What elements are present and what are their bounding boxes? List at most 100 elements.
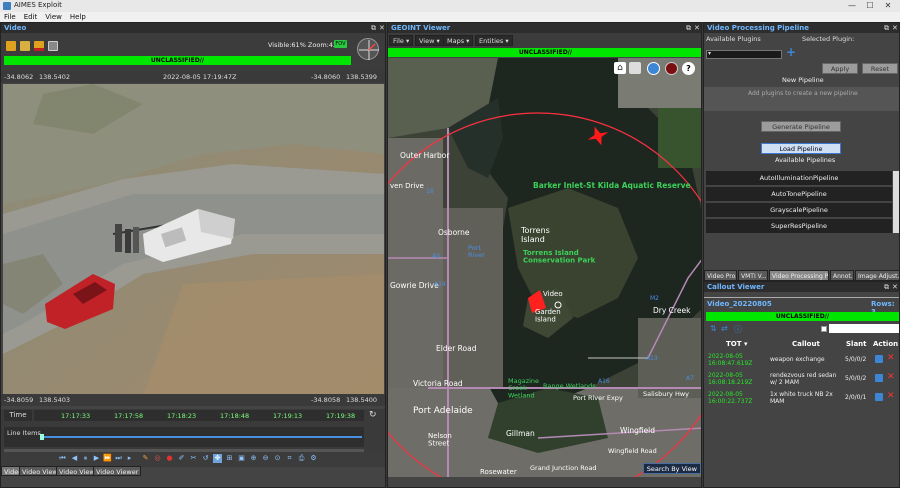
map-label-elder-road: Elder Road bbox=[436, 344, 477, 353]
edit-icon[interactable] bbox=[875, 393, 883, 401]
menu-view[interactable]: View bbox=[41, 12, 66, 22]
search-by-view-button[interactable]: Search By View bbox=[642, 463, 701, 474]
tab-vmti[interactable]: VMTI V... bbox=[738, 270, 768, 280]
load-pipeline-button[interactable]: Load Pipeline bbox=[761, 143, 841, 154]
tab-annotations[interactable]: Annot... bbox=[830, 270, 854, 280]
delete-icon[interactable]: ✕ bbox=[887, 391, 895, 401]
menu-bar: File Edit View Help bbox=[0, 12, 900, 22]
video-frame[interactable] bbox=[3, 84, 384, 395]
panel-float-icon[interactable]: ⧉ bbox=[884, 282, 889, 292]
table-row[interactable]: 2022-08-05 16:08:47.619Z weapon exchange… bbox=[704, 352, 899, 371]
annotate-icon[interactable]: ✐ bbox=[177, 454, 186, 463]
callout-search-input[interactable] bbox=[829, 324, 899, 333]
open-folder-icon[interactable] bbox=[6, 41, 16, 51]
panel-close-icon[interactable]: ✕ bbox=[892, 282, 898, 292]
tab-video-processing-pipeline[interactable]: Video Processing Pi... bbox=[769, 270, 829, 280]
pipeline-item[interactable]: AutoTonePipeline bbox=[706, 187, 892, 202]
fov-badge[interactable]: FOV bbox=[334, 40, 347, 48]
panel-float-icon[interactable]: ⧉ bbox=[371, 23, 376, 33]
title-bar: AIMES Exploit — ☐ ✕ bbox=[0, 0, 900, 12]
edit-icon[interactable] bbox=[875, 374, 883, 382]
tab-video-viewer-3[interactable]: Video Viewer bbox=[93, 466, 142, 476]
layers-icon[interactable] bbox=[629, 62, 641, 74]
pipeline-item[interactable]: AutoIlluminationPipeline bbox=[706, 171, 892, 186]
panel-close-icon[interactable]: ✕ bbox=[694, 23, 700, 33]
row-slant: 5/0/0/2 bbox=[845, 356, 867, 363]
next-icon[interactable]: ▸ bbox=[125, 454, 134, 463]
new-pipeline-area[interactable]: Add plugins to create a new pipeline bbox=[704, 87, 899, 111]
edit-icon[interactable] bbox=[875, 355, 883, 363]
geoint-menu-entities[interactable]: Entities ▾ bbox=[475, 35, 513, 46]
image-icon[interactable]: ▣ bbox=[237, 454, 246, 463]
header-slant[interactable]: Slant bbox=[846, 340, 867, 348]
close-button[interactable]: ✕ bbox=[880, 0, 896, 12]
download-icon[interactable] bbox=[20, 41, 30, 51]
panel-close-icon[interactable]: ✕ bbox=[892, 23, 898, 33]
app-icon bbox=[3, 2, 11, 10]
tab-video-processing[interactable]: Video Pro... bbox=[704, 270, 737, 280]
apply-button[interactable]: Apply bbox=[822, 63, 858, 74]
geoint-menu-file[interactable]: File ▾ bbox=[389, 35, 414, 46]
minimize-button[interactable]: — bbox=[844, 0, 860, 12]
panel-float-icon[interactable]: ⧉ bbox=[686, 23, 691, 33]
delete-icon[interactable]: ✕ bbox=[887, 372, 895, 382]
map-label-osborne: Osborne bbox=[438, 228, 470, 237]
info-icon[interactable]: ⓘ bbox=[734, 324, 742, 335]
geoint-menu-view[interactable]: View ▾ bbox=[415, 35, 444, 46]
panel-float-icon[interactable]: ⧉ bbox=[884, 23, 889, 33]
globe-icon[interactable] bbox=[647, 62, 660, 75]
add-plugin-icon[interactable]: + bbox=[786, 45, 796, 59]
zoom-fit-icon[interactable]: ⊙ bbox=[273, 454, 282, 463]
line-items-track[interactable]: Line Items bbox=[4, 427, 364, 447]
snapshot-icon[interactable] bbox=[34, 41, 44, 51]
export-callouts-icon[interactable]: ⇄ bbox=[721, 324, 728, 333]
pipeline-item[interactable]: SuperResPipeline bbox=[706, 219, 892, 234]
crop-icon[interactable]: ⌗ bbox=[285, 454, 294, 463]
step-back-icon[interactable]: ◀ bbox=[70, 454, 79, 463]
move-icon[interactable]: ✥ bbox=[213, 454, 222, 463]
playhead[interactable] bbox=[40, 434, 44, 440]
delete-icon[interactable]: ✕ bbox=[887, 353, 895, 363]
pause-icon[interactable]: ⏸ bbox=[81, 454, 90, 463]
divider bbox=[704, 297, 899, 298]
skip-back-icon[interactable]: ⏮ bbox=[58, 454, 67, 463]
record-icon[interactable]: ● bbox=[165, 454, 174, 463]
tag-icon[interactable]: ✎ bbox=[141, 454, 150, 463]
header-tot[interactable]: TOT ▾ bbox=[726, 340, 747, 348]
table-row[interactable]: 2022-08-05 16:00:22.737Z 1x white truck … bbox=[704, 390, 899, 409]
menu-file[interactable]: File bbox=[0, 12, 20, 22]
pipeline-list-scrollbar[interactable] bbox=[893, 171, 899, 233]
plugin-dropdown[interactable]: ▾ bbox=[706, 50, 782, 59]
menu-help[interactable]: Help bbox=[66, 12, 90, 22]
maximize-button[interactable]: ☐ bbox=[862, 0, 878, 12]
fast-forward-icon[interactable]: ⏩ bbox=[103, 454, 112, 463]
clip-icon[interactable]: ✂ bbox=[189, 454, 198, 463]
settings-icon[interactable]: ⚙ bbox=[309, 454, 318, 463]
help-icon[interactable]: ? bbox=[682, 62, 695, 75]
table-row[interactable]: 2022-08-05 16:08:18.219Z rendezvous red … bbox=[704, 371, 899, 390]
alert-icon[interactable] bbox=[665, 62, 678, 75]
header-callout[interactable]: Callout bbox=[792, 340, 820, 348]
generate-pipeline-button[interactable]: Generate Pipeline bbox=[761, 121, 841, 132]
loop-icon[interactable]: ↺ bbox=[201, 454, 210, 463]
tab-image-adjust[interactable]: Image Adjust... bbox=[855, 270, 899, 280]
zoom-in-icon[interactable]: ⊕ bbox=[249, 454, 258, 463]
fit-icon[interactable]: ⊞ bbox=[225, 454, 234, 463]
map-view[interactable]: Barker Inlet-St Kilda Aquatic Reserve To… bbox=[388, 58, 701, 477]
filter-icon[interactable]: ⇅ bbox=[710, 324, 717, 333]
menu-edit[interactable]: Edit bbox=[20, 12, 42, 22]
refresh-icon[interactable]: ↻ bbox=[369, 410, 379, 420]
export-icon[interactable] bbox=[48, 41, 58, 51]
home-icon[interactable]: ⌂ bbox=[614, 62, 626, 74]
zoom-out-icon[interactable]: ⊖ bbox=[261, 454, 270, 463]
select-all-checkbox[interactable] bbox=[821, 326, 827, 332]
panel-close-icon[interactable]: ✕ bbox=[379, 23, 385, 33]
capture-icon[interactable]: ⎙ bbox=[297, 454, 306, 463]
pipeline-item[interactable]: GrayscalePipeline bbox=[706, 203, 892, 218]
geoint-menu-maps[interactable]: Maps ▾ bbox=[443, 35, 474, 46]
skip-forward-icon[interactable]: ⏭ bbox=[114, 454, 123, 463]
reset-button[interactable]: Reset bbox=[862, 63, 898, 74]
time-ruler[interactable]: 17:17:33 17:17:58 17:18:23 17:18:48 17:1… bbox=[34, 410, 364, 421]
step-forward-icon[interactable]: ▶ bbox=[92, 454, 101, 463]
marker-icon[interactable]: ◎ bbox=[153, 454, 162, 463]
